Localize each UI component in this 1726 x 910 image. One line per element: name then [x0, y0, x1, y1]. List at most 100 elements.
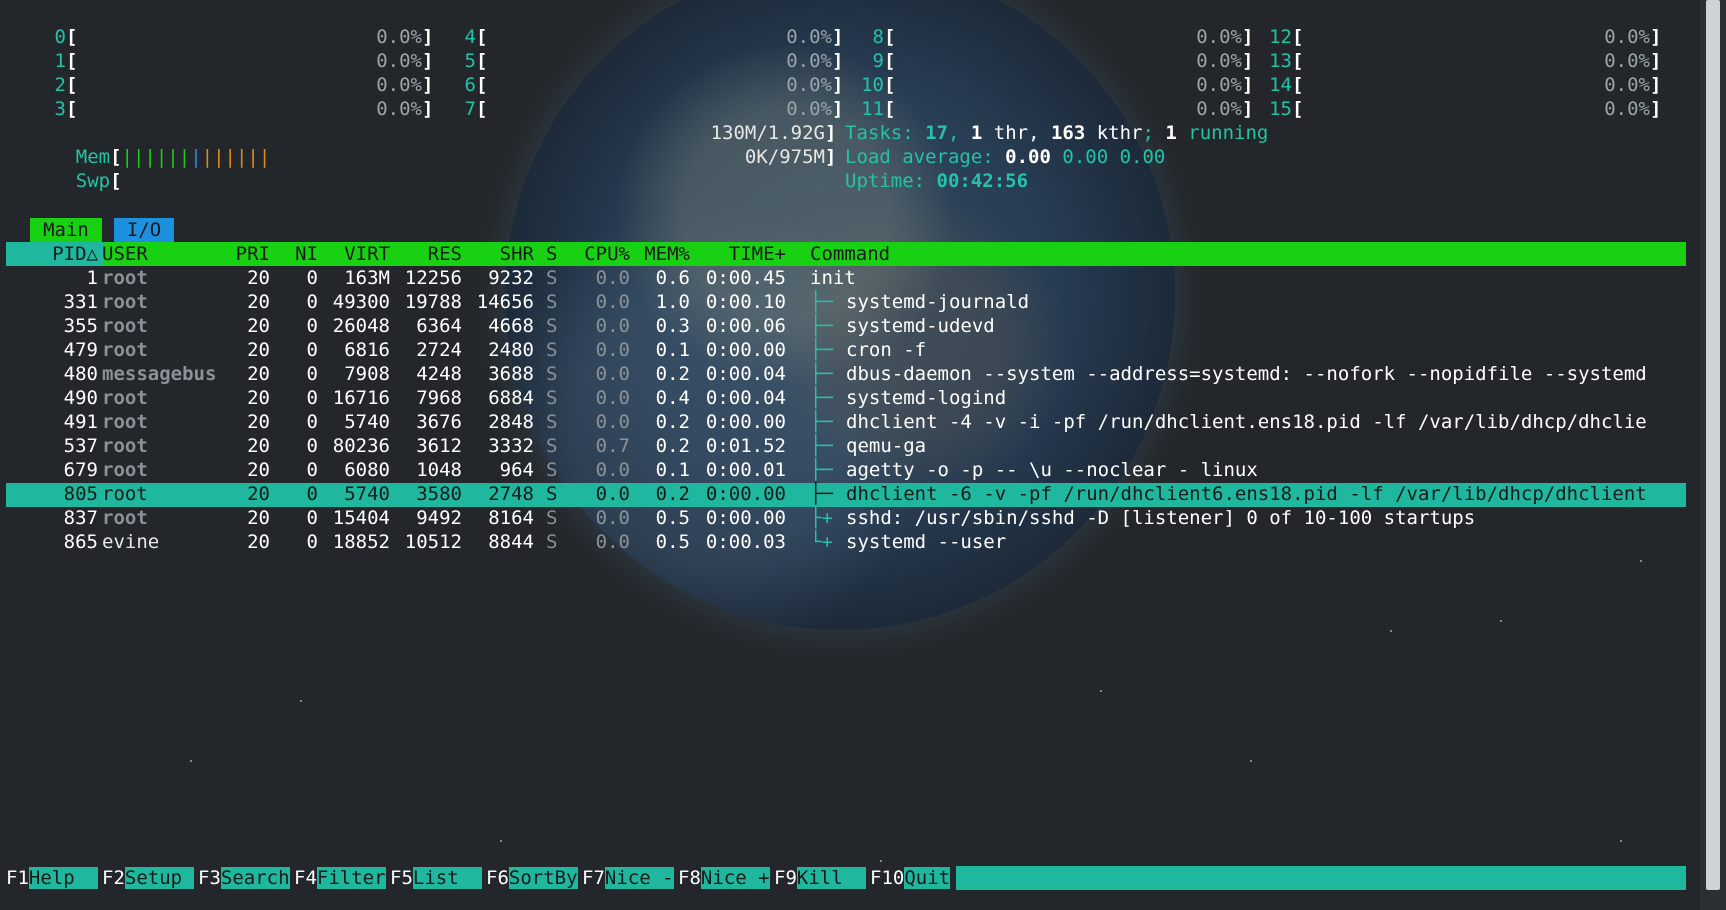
process-time: 0:00.45 — [705, 267, 786, 289]
swp-label: Swp — [75, 170, 111, 192]
process-time: 0:00.00 — [705, 483, 786, 505]
process-virt: 163M — [344, 267, 390, 289]
process-shr: 2480 — [488, 339, 534, 361]
process-s: S — [546, 459, 558, 481]
process-res: 2724 — [416, 339, 462, 361]
fkey-f8-button[interactable]: F8Nice + — [678, 866, 770, 890]
process-time: 0:00.00 — [705, 507, 786, 529]
process-virt: 26048 — [332, 315, 390, 337]
process-shr: 4668 — [488, 315, 534, 337]
process-ni: 0 — [306, 483, 318, 505]
cpu-bracket-open: [ — [1292, 26, 1304, 48]
cpu-meter-label: 0 — [30, 25, 66, 49]
swp-value: 0K/975M — [744, 146, 825, 168]
process-res: 3676 — [416, 411, 462, 433]
process-res: 3580 — [416, 483, 462, 505]
process-res: 19788 — [404, 291, 462, 313]
process-shr: 9232 — [488, 267, 534, 289]
process-ni: 0 — [306, 435, 318, 457]
tab-main[interactable]: Main — [30, 218, 102, 242]
fkey-f1-button[interactable]: F1Help — [6, 866, 98, 890]
process-command: systemd-journald — [846, 291, 1030, 313]
process-time: 0:00.04 — [705, 363, 786, 385]
process-pid: 479 — [63, 339, 98, 361]
fkey-f7-button[interactable]: F7Nice - — [582, 866, 674, 890]
fkey-f5-button[interactable]: F5List — [390, 866, 482, 890]
fkey-f4-button[interactable]: F4Filter — [294, 866, 386, 890]
process-mem: 0.2 — [655, 435, 690, 457]
col-header-res[interactable]: RES — [390, 242, 462, 266]
col-header-state[interactable]: S — [546, 242, 557, 266]
fkey-key: F5 — [390, 867, 413, 889]
process-s: S — [546, 483, 558, 505]
process-virt: 6816 — [344, 339, 390, 361]
process-tree-branch: └+ — [810, 531, 845, 553]
cpu-percent: 0.0% — [1196, 98, 1242, 120]
col-header-ni[interactable]: NI — [280, 242, 318, 266]
col-header-user[interactable]: USER — [102, 242, 148, 266]
col-header-command[interactable]: Command — [810, 242, 890, 266]
process-virt: 6080 — [344, 459, 390, 481]
fkey-f9-button[interactable]: F9Kill — [774, 866, 866, 890]
col-header-mem[interactable]: MEM% — [630, 242, 690, 266]
process-shr: 964 — [499, 459, 534, 481]
process-ni: 0 — [306, 291, 318, 313]
fkey-key: F1 — [6, 867, 29, 889]
process-pri: 20 — [247, 483, 270, 505]
process-cpu: 0.0 — [595, 267, 630, 289]
cpu-meter-label: 7 — [440, 97, 476, 121]
fkey-label: SortBy — [508, 867, 578, 889]
tab-io[interactable]: I/O — [114, 218, 174, 242]
cpu-id: 8 — [872, 26, 884, 48]
cpu-id: 12 — [1269, 26, 1292, 48]
process-res: 4248 — [416, 363, 462, 385]
fkey-f3-button[interactable]: F3Search — [198, 866, 290, 890]
process-pid: 1 — [86, 267, 98, 289]
process-command: dhclient -6 -v -pf /run/dhclient6.ens18.… — [846, 483, 1647, 505]
process-res: 9492 — [416, 507, 462, 529]
fkey-label: Filter — [316, 867, 386, 889]
cpu-id: 13 — [1269, 50, 1292, 72]
col-header-pid[interactable]: PID△ — [6, 242, 98, 266]
col-header-cpu[interactable]: CPU% — [570, 242, 630, 266]
cpu-bracket-open: [ — [476, 50, 488, 72]
fkey-f10-button[interactable]: F10Quit — [870, 866, 951, 890]
col-header-pri[interactable]: PRI — [220, 242, 270, 266]
cpu-bracket-close: ] — [832, 50, 844, 72]
col-header-time[interactable]: TIME+ — [690, 242, 786, 266]
cpu-percent: 0.0% — [1604, 74, 1650, 96]
process-s: S — [546, 267, 558, 289]
process-tree-branch: ├─ — [810, 291, 845, 313]
cpu-percent: 0.0% — [786, 74, 832, 96]
process-user: root — [102, 387, 148, 409]
process-virt: 49300 — [332, 291, 390, 313]
cpu-bracket-close: ] — [422, 98, 434, 120]
process-mem: 0.1 — [655, 459, 690, 481]
cpu-bracket-close: ] — [422, 74, 434, 96]
fkey-f2-button[interactable]: F2Setup — [102, 866, 194, 890]
process-res: 12256 — [404, 267, 462, 289]
process-tree-branch: ├─ — [810, 411, 845, 433]
cpu-percent: 0.0% — [1604, 50, 1650, 72]
fkey-f6-button[interactable]: F6SortBy — [486, 866, 578, 890]
cpu-meter-label: 11 — [848, 97, 884, 121]
process-shr: 8164 — [488, 507, 534, 529]
process-time: 0:00.03 — [705, 531, 786, 553]
cpu-id: 11 — [861, 98, 884, 120]
fkey-key: F2 — [102, 867, 125, 889]
process-mem: 0.5 — [655, 531, 690, 553]
process-pid: 805 — [63, 483, 98, 505]
process-command: sshd: /usr/sbin/sshd -D [listener] 0 of … — [846, 507, 1476, 529]
cpu-id: 7 — [464, 98, 476, 120]
col-header-shr[interactable]: SHR — [462, 242, 534, 266]
col-header-virt[interactable]: VIRT — [320, 242, 390, 266]
process-s: S — [546, 531, 558, 553]
process-ni: 0 — [306, 387, 318, 409]
cpu-bracket-close: ] — [1650, 26, 1662, 48]
cpu-bracket-open: [ — [476, 74, 488, 96]
fkey-key: F4 — [294, 867, 317, 889]
load-average-line: Load average: 0.00 0.00 0.00 — [845, 146, 1166, 168]
cpu-id: 2 — [54, 74, 66, 96]
cpu-bracket-close: ] — [1242, 50, 1254, 72]
cpu-bracket-close: ] — [422, 26, 434, 48]
